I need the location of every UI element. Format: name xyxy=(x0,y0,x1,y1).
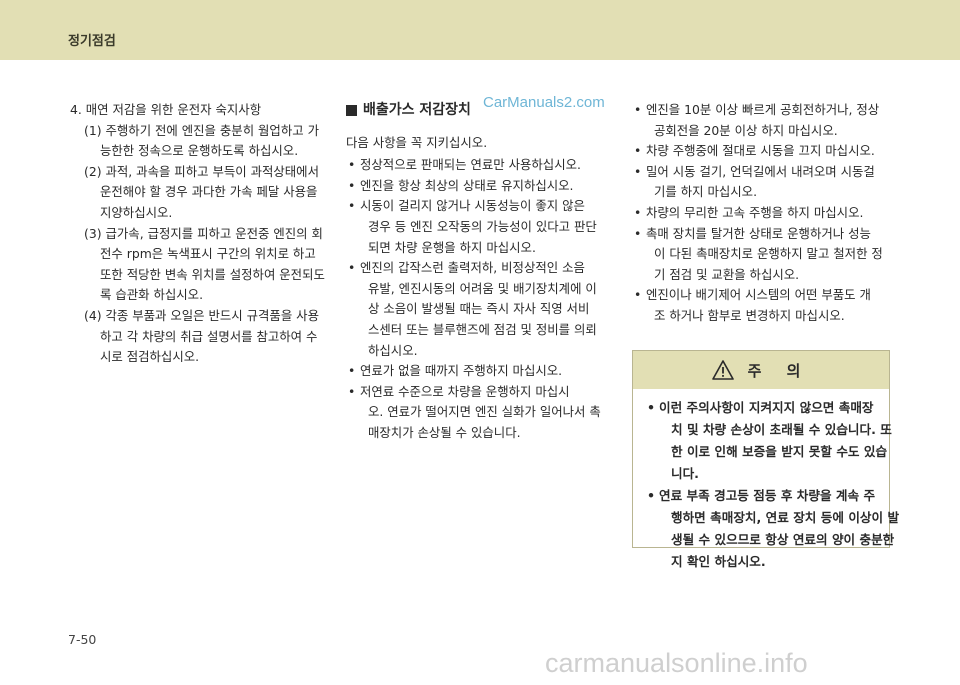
caution-box: 주 의 이런 주의사항이 지켜지지 않으면 촉매장 치 및 차량 손상이 초래될… xyxy=(632,350,899,569)
bullet-line: 매장치가 손상될 수 있습니다. xyxy=(368,424,521,440)
warning-triangle-icon xyxy=(711,360,734,380)
list-item-line: (2) 과적, 과속을 피하고 부득이 과적상태에서 xyxy=(84,163,319,179)
list-item-line: 하고 각 차량의 취급 설명서를 참고하여 수 xyxy=(100,328,318,344)
bullet-item: 엔진이나 배기제어 시스템의 어떤 부품도 개 xyxy=(632,285,894,306)
section-title-text: 배출가스 저감장치 xyxy=(363,102,471,118)
bullet-line: 경우 등 엔진 오작동의 가능성이 있다고 판단 xyxy=(368,218,597,234)
bullet-line: 하십시오. xyxy=(368,342,418,358)
caution-line: 한 이로 인해 보증을 받지 못할 수도 있습 xyxy=(671,444,888,459)
bullet-line: 상 소음이 발생될 때는 즉시 자사 직영 서비 xyxy=(368,301,590,317)
bullet-line: 이 다된 촉매장치로 운행하지 말고 철저한 정 xyxy=(654,246,883,262)
list-item-line: 록 습관화 하십시오. xyxy=(100,287,204,303)
caution-line: 지 확인 하십시오. xyxy=(671,554,766,569)
watermark-text: CarManuals2.com xyxy=(483,94,605,111)
bullet-item: 연료가 없을 때까지 주행하지 마십시오. xyxy=(346,361,614,382)
bullet-item: 시동이 걸리지 않거나 시동성능이 좋지 않은 xyxy=(346,196,614,217)
list-item-line: 시로 점검하십시오. xyxy=(100,349,200,365)
page-number: 7-50 xyxy=(68,632,97,647)
section-heading: 4. 매연 저감을 위한 운전자 숙지사항 xyxy=(70,102,262,117)
list-item-line: (1) 주행하기 전에 엔진을 충분히 웜업하고 가 xyxy=(84,122,319,138)
bullet-item: 엔진을 항상 최상의 상태로 유지하십시오. xyxy=(346,176,614,197)
bullet-line: 기 점검 및 교환을 하십시오. xyxy=(654,266,800,282)
bullet-item: 차량의 무리한 고속 주행을 하지 마십시오. xyxy=(632,203,894,224)
bullet-line: 되면 차량 운행을 하지 마십시오. xyxy=(368,239,536,255)
list-item-line: 전수 rpm은 녹색표시 구간의 위치로 하고 xyxy=(100,246,316,262)
bullet-line: 오. 연료가 떨어지면 엔진 실화가 일어나서 촉 xyxy=(368,404,601,420)
list-item-line: 지양하십시오. xyxy=(100,204,173,220)
bullet-item: 정상적으로 판매되는 연료만 사용하십시오. xyxy=(346,155,614,176)
caution-header: 주 의 xyxy=(633,351,889,389)
square-bullet-icon xyxy=(346,104,357,116)
list-item-line: 능한한 정속으로 운행하도록 하십시오. xyxy=(100,143,299,159)
caution-line: 치 및 차량 손상이 초래될 수 있습니다. 또 xyxy=(671,422,892,437)
header-band xyxy=(0,0,960,60)
bullet-item: 저연료 수준으로 차량을 운행하지 마십시 xyxy=(346,382,614,403)
column-operation-tips: 엔진을 10분 이상 빠르게 공회전하거나, 정상 공회전을 20분 이상 하지… xyxy=(632,100,894,327)
list-item-line: 운전해야 할 경우 과다한 가속 페달 사용을 xyxy=(100,184,318,200)
column-driver-tips: 4. 매연 저감을 위한 운전자 숙지사항 (1) 주행하기 전에 엔진을 충분… xyxy=(70,100,338,368)
list-item-line: (4) 각종 부품과 오일은 반드시 규격품을 사용 xyxy=(84,307,319,323)
list-item-line: (3) 급가속, 급정지를 피하고 운전중 엔진의 회 xyxy=(84,225,323,241)
caution-line: 행하면 촉매장치, 연료 장치 등에 이상이 발 xyxy=(671,510,900,525)
caution-line: 니다. xyxy=(671,466,699,481)
list-item-line: 또한 적당한 변속 위치를 설정하여 운전되도 xyxy=(100,266,325,282)
bullet-item: 엔진의 갑작스런 출력저하, 비정상적인 소음 xyxy=(346,258,614,279)
chapter-title: 정기점검 xyxy=(68,34,116,49)
bullet-line: 스센터 또는 블루핸즈에 점검 및 정비를 의뢰 xyxy=(368,321,597,337)
bullet-item: 촉매 장치를 탈거한 상태로 운행하거나 성능 xyxy=(632,224,894,245)
footer-watermark: carmanualsonline.info xyxy=(545,648,808,678)
bullet-line: 공회전을 20분 이상 하지 마십시오. xyxy=(654,122,838,138)
caution-bullet: 이런 주의사항이 지켜지지 않으면 촉매장 xyxy=(645,397,879,419)
bullet-line: 기를 하지 마십시오. xyxy=(654,184,758,200)
bullet-item: 밀어 시동 걸기, 언덕길에서 내려오며 시동걸 xyxy=(632,162,894,183)
bullet-line: 유발, 엔진시동의 어려움 및 배기장치계에 이 xyxy=(368,280,597,296)
caution-line: 생될 수 있으므로 항상 연료의 양이 충분한 xyxy=(671,532,895,547)
column-emission-device: 배출가스 저감장치 다음 사항을 꼭 지키십시오. 정상적으로 판매되는 연료만… xyxy=(346,100,614,444)
caution-bullet: 연료 부족 경고등 점등 후 차량을 계속 주 xyxy=(645,485,879,507)
caution-body: 이런 주의사항이 지켜지지 않으면 촉매장 치 및 차량 손상이 초래될 수 있… xyxy=(633,389,900,573)
caution-title: 주 의 xyxy=(747,361,811,380)
bullet-line: 조 하거나 함부로 변경하지 마십시오. xyxy=(654,307,845,323)
bullet-item: 차량 주행중에 절대로 시동을 끄지 마십시오. xyxy=(632,141,894,162)
intro-text: 다음 사항을 꼭 지키십시오. xyxy=(346,134,488,150)
bullet-item: 엔진을 10분 이상 빠르게 공회전하거나, 정상 xyxy=(632,100,894,121)
